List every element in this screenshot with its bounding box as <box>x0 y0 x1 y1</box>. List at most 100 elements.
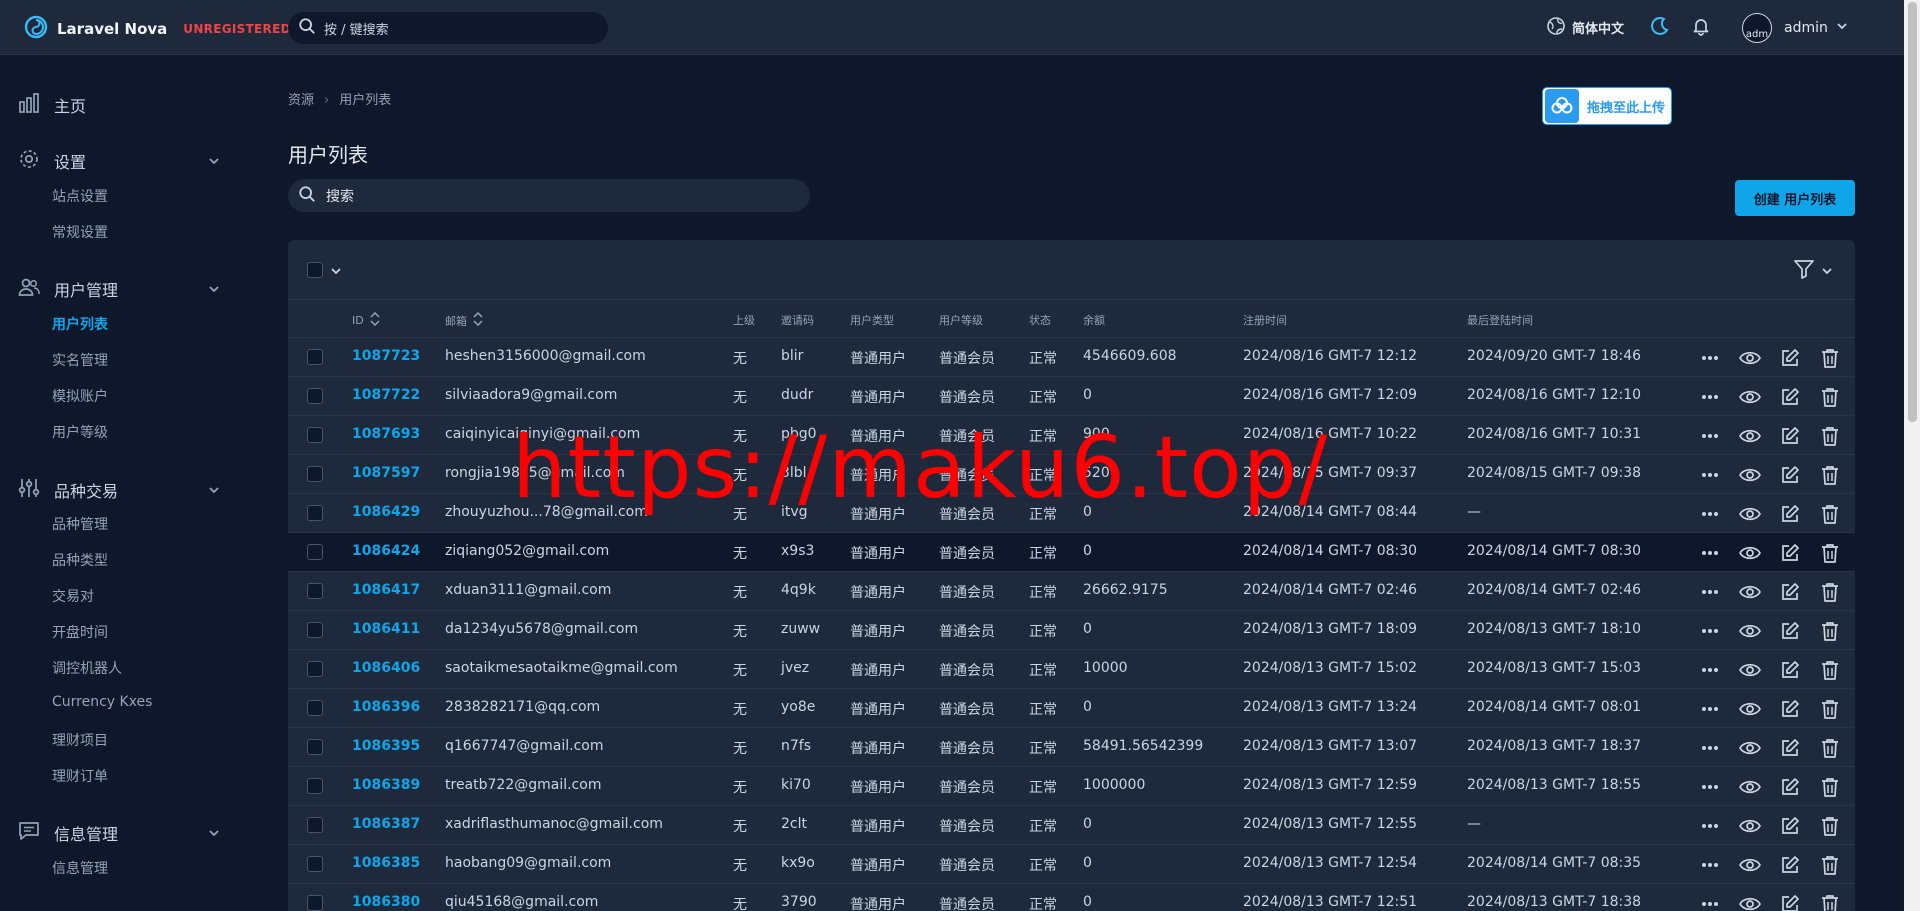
row-checkbox[interactable] <box>307 895 323 911</box>
trash-icon[interactable] <box>1818 775 1842 799</box>
more-icon[interactable] <box>1698 697 1722 721</box>
sidebar-section-trading[interactable]: 品种交易 <box>18 477 219 503</box>
sidebar-item-real-name[interactable]: 实名管理 <box>52 350 108 370</box>
row-checkbox[interactable] <box>307 388 323 404</box>
row-checkbox[interactable] <box>307 817 323 833</box>
edit-icon[interactable] <box>1778 658 1802 682</box>
upload-drop-button[interactable]: 拖拽至此上传 <box>1542 87 1672 125</box>
trash-icon[interactable] <box>1818 697 1842 721</box>
edit-icon[interactable] <box>1778 619 1802 643</box>
more-icon[interactable] <box>1698 736 1722 760</box>
edit-icon[interactable] <box>1778 697 1802 721</box>
trash-icon[interactable] <box>1818 814 1842 838</box>
theme-toggle[interactable] <box>1650 0 1670 55</box>
table-row[interactable]: 1087597 rongjia19835@gmail.com 无 3lbl 普通用户 普通… <box>288 455 1855 494</box>
edit-icon[interactable] <box>1778 424 1802 448</box>
row-checkbox[interactable] <box>307 349 323 365</box>
cell-id[interactable]: 1087722 <box>352 387 420 403</box>
edit-icon[interactable] <box>1778 541 1802 565</box>
trash-icon[interactable] <box>1818 502 1842 526</box>
cell-id[interactable]: 1086417 <box>352 582 420 598</box>
more-icon[interactable] <box>1698 814 1722 838</box>
sidebar-item-demo-accounts[interactable]: 模拟账户 <box>52 386 108 406</box>
more-icon[interactable] <box>1698 775 1722 799</box>
cell-id[interactable]: 1086385 <box>352 855 420 871</box>
trash-icon[interactable] <box>1818 463 1842 487</box>
cell-id[interactable]: 1086380 <box>352 894 420 910</box>
eye-icon[interactable] <box>1738 580 1762 604</box>
row-checkbox[interactable] <box>307 700 323 716</box>
eye-icon[interactable] <box>1738 697 1762 721</box>
eye-icon[interactable] <box>1738 619 1762 643</box>
table-row[interactable]: 1086387 xadriflasthumanoc@gmail.com 无 2clt 普… <box>288 806 1855 845</box>
table-row[interactable]: 1087722 silviaadora9@gmail.com 无 dudr 普通用户 普通… <box>288 377 1855 416</box>
cell-id[interactable]: 1086395 <box>352 738 420 754</box>
more-icon[interactable] <box>1698 619 1722 643</box>
column-header-email[interactable]: 邮箱 <box>445 311 483 329</box>
sidebar-item-product-management[interactable]: 品种管理 <box>52 514 108 534</box>
language-switcher[interactable]: 简体中文 <box>1546 0 1624 55</box>
sidebar-item-site-settings[interactable]: 站点设置 <box>52 186 108 206</box>
sidebar-item-wealth-projects[interactable]: 理财项目 <box>52 730 108 750</box>
more-icon[interactable] <box>1698 346 1722 370</box>
eye-icon[interactable] <box>1738 424 1762 448</box>
create-user-button[interactable]: 创建 用户列表 <box>1735 180 1855 216</box>
cell-id[interactable]: 1086429 <box>352 504 420 520</box>
eye-icon[interactable] <box>1738 502 1762 526</box>
more-icon[interactable] <box>1698 658 1722 682</box>
row-checkbox[interactable] <box>307 466 323 482</box>
sidebar-item-user-list[interactable]: 用户列表 <box>52 314 108 334</box>
row-checkbox[interactable] <box>307 778 323 794</box>
table-row[interactable]: 1086417 xduan3111@gmail.com 无 4q9k 普通用户 普通会员 正… <box>288 572 1855 611</box>
eye-icon[interactable] <box>1738 385 1762 409</box>
edit-icon[interactable] <box>1778 580 1802 604</box>
table-row[interactable]: 1086395 q1667747@gmail.com 无 n7fs 普通用户 普通会员 正常… <box>288 728 1855 767</box>
trash-icon[interactable] <box>1818 658 1842 682</box>
trash-icon[interactable] <box>1818 580 1842 604</box>
sidebar-item-home[interactable]: 主页 <box>18 92 218 118</box>
more-icon[interactable] <box>1698 853 1722 877</box>
cell-id[interactable]: 1087723 <box>352 348 420 364</box>
table-row[interactable]: 1086424 ziqiang052@gmail.com 无 x9s3 普通用户 普通会员… <box>288 533 1855 572</box>
more-icon[interactable] <box>1698 541 1722 565</box>
cell-id[interactable]: 1086387 <box>352 816 420 832</box>
trash-icon[interactable] <box>1818 736 1842 760</box>
column-header-id[interactable]: ID <box>352 311 380 329</box>
trash-icon[interactable] <box>1818 424 1842 448</box>
sidebar-item-control-robot[interactable]: 调控机器人 <box>52 658 122 678</box>
eye-icon[interactable] <box>1738 892 1762 911</box>
sidebar-item-user-levels[interactable]: 用户等级 <box>52 422 108 442</box>
row-checkbox[interactable] <box>307 583 323 599</box>
table-row[interactable]: 1086396 2838282171@qq.com 无 yo8e 普通用户 普通会员 正常 0… <box>288 689 1855 728</box>
notifications-button[interactable] <box>1691 0 1711 55</box>
table-row[interactable]: 1087723 heshen3156000@gmail.com 无 blir 普通用户 普… <box>288 338 1855 377</box>
cell-id[interactable]: 1086406 <box>352 660 420 676</box>
more-icon[interactable] <box>1698 580 1722 604</box>
sidebar-item-opening-hours[interactable]: 开盘时间 <box>52 622 108 642</box>
eye-icon[interactable] <box>1738 736 1762 760</box>
row-checkbox[interactable] <box>307 544 323 560</box>
row-checkbox[interactable] <box>307 661 323 677</box>
cell-id[interactable]: 1086424 <box>352 543 420 559</box>
trash-icon[interactable] <box>1818 385 1842 409</box>
select-all-checkbox[interactable] <box>307 262 323 278</box>
sidebar-item-wealth-orders[interactable]: 理财订单 <box>52 766 108 786</box>
row-checkbox[interactable] <box>307 427 323 443</box>
sidebar-item-trading-pairs[interactable]: 交易对 <box>52 586 94 606</box>
sidebar-section-settings[interactable]: 设置 <box>18 148 219 174</box>
table-row[interactable]: 1086389 treatb722@gmail.com 无 ki70 普通用户 普通会员 正… <box>288 767 1855 806</box>
sidebar-item-message-management[interactable]: 信息管理 <box>52 858 108 878</box>
trash-icon[interactable] <box>1818 892 1842 911</box>
app-logo[interactable]: Laravel Nova UNREGISTERED <box>24 15 291 43</box>
sidebar-item-currency-kxes[interactable]: Currency Kxes <box>52 694 152 710</box>
edit-icon[interactable] <box>1778 736 1802 760</box>
edit-icon[interactable] <box>1778 814 1802 838</box>
edit-icon[interactable] <box>1778 346 1802 370</box>
cell-id[interactable]: 1086411 <box>352 621 420 637</box>
eye-icon[interactable] <box>1738 658 1762 682</box>
eye-icon[interactable] <box>1738 541 1762 565</box>
more-icon[interactable] <box>1698 892 1722 911</box>
table-row[interactable]: 1086406 saotaikmesaotaikme@gmail.com 无 jvez… <box>288 650 1855 689</box>
chevron-down-icon[interactable] <box>330 262 342 281</box>
sidebar-section-users[interactable]: 用户管理 <box>18 276 219 302</box>
